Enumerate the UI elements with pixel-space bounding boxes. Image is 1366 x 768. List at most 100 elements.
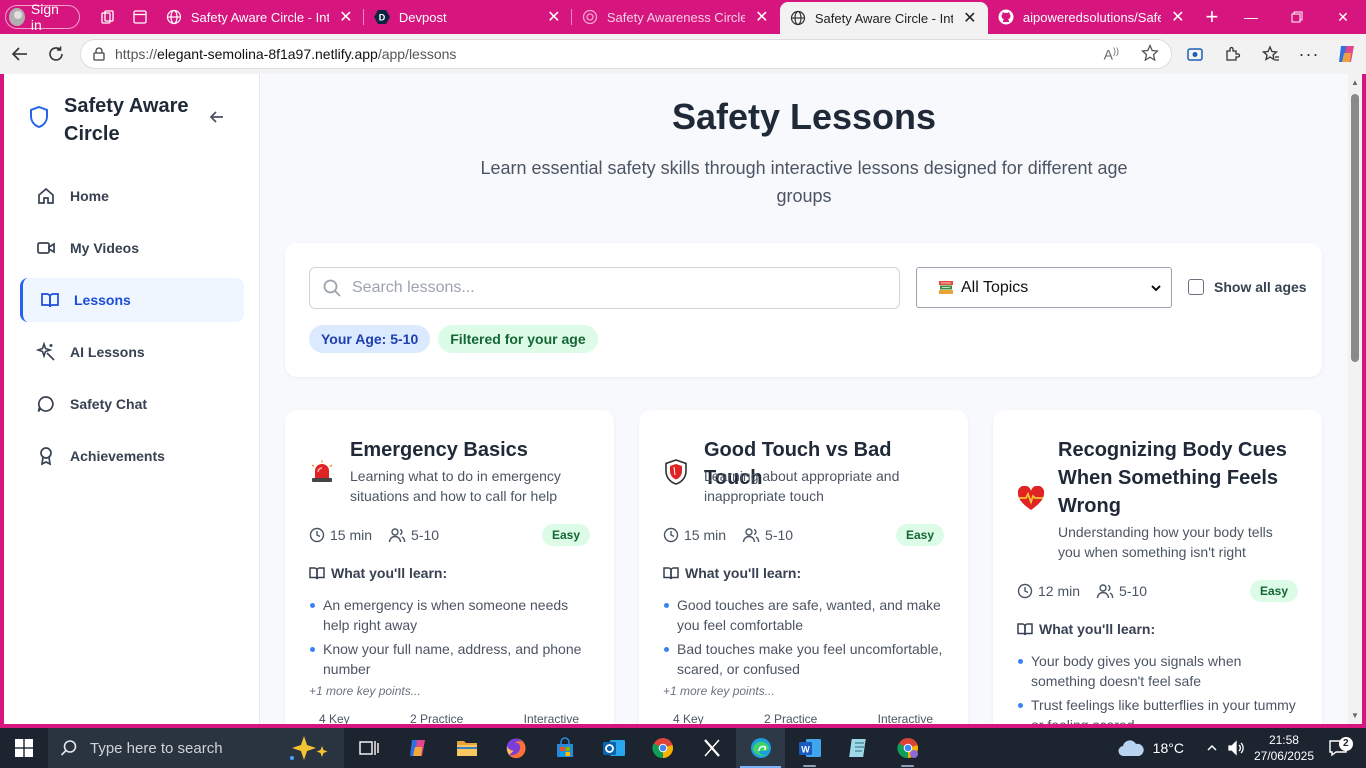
tab-actions-icon[interactable] xyxy=(124,0,156,34)
topic-select[interactable]: All Topics xyxy=(916,267,1172,308)
system-tray: 18°C 21:58 27/06/2025 2 xyxy=(1117,728,1366,768)
copilot-icon[interactable] xyxy=(1328,34,1366,74)
word-icon[interactable]: W xyxy=(785,728,834,768)
read-aloud-icon[interactable]: A)) xyxy=(1104,46,1119,63)
search-box[interactable] xyxy=(309,267,900,309)
chevron-up-icon[interactable] xyxy=(1200,742,1224,754)
sidebar-item-achievements[interactable]: Achievements xyxy=(20,434,244,478)
show-all-ages-toggle[interactable]: Show all ages xyxy=(1188,279,1307,295)
duration: 15 min xyxy=(309,527,372,543)
open-book-icon xyxy=(309,567,325,580)
sidebar-item-lessons[interactable]: Lessons xyxy=(20,278,244,322)
clock-time: 21:58 xyxy=(1268,733,1299,747)
target-icon xyxy=(582,9,598,25)
notepad-icon[interactable] xyxy=(834,728,883,768)
workspaces-icon[interactable] xyxy=(92,0,124,34)
close-tab-icon[interactable]: ✕ xyxy=(1170,7,1186,27)
chat-icon xyxy=(37,396,54,412)
taskbar-clock[interactable]: 21:58 27/06/2025 xyxy=(1254,732,1314,764)
stat-interactive: Interactive xyxy=(877,712,933,724)
key-point: Good touches are safe, wanted, and make … xyxy=(663,595,944,635)
tab-title: aipoweredsolutions/Safet xyxy=(1022,9,1161,25)
close-window-icon[interactable]: ✕ xyxy=(1320,0,1366,34)
age-badge: Your Age: 5-10 xyxy=(309,325,431,353)
minimize-icon[interactable]: — xyxy=(1228,0,1274,34)
browser-tab[interactable]: Safety Awareness Circle D ✕ xyxy=(572,0,780,34)
volume-icon[interactable] xyxy=(1224,740,1248,756)
screenshot-icon[interactable] xyxy=(1176,34,1214,74)
search-input[interactable] xyxy=(352,279,872,297)
x-twitter-icon[interactable] xyxy=(687,728,736,768)
key-point: Bad touches make you feel uncomfortable,… xyxy=(663,639,944,679)
stat-practice: 2 Practice xyxy=(409,712,464,724)
extensions-icon[interactable] xyxy=(1214,34,1252,74)
close-tab-icon[interactable]: ✕ xyxy=(962,8,978,28)
browser-tab-active[interactable]: Safety Aware Circle - Inte ✕ xyxy=(779,2,988,34)
lesson-card[interactable]: Good Touch vs Bad Touch Learning about a… xyxy=(639,410,968,724)
notifications-icon[interactable]: 2 xyxy=(1326,737,1353,757)
browser-tab[interactable]: D Devpost ✕ xyxy=(364,0,572,34)
svg-text:W: W xyxy=(801,745,810,755)
site-info-icon[interactable] xyxy=(91,46,107,62)
stat-key: 4 Key xyxy=(319,712,350,724)
sidebar-item-safety-chat[interactable]: Safety Chat xyxy=(20,382,244,426)
browser-toolbar: ··· xyxy=(1176,34,1366,74)
outlook-icon[interactable] xyxy=(589,728,638,768)
file-explorer-icon[interactable] xyxy=(442,728,491,768)
lesson-description: Learning about appropriate and inappropr… xyxy=(704,468,900,504)
close-tab-icon[interactable]: ✕ xyxy=(754,7,770,27)
duration: 15 min xyxy=(663,527,726,543)
key-points-list: An emergency is when someone needs help … xyxy=(309,595,590,683)
tab-title: Safety Aware Circle - Inte xyxy=(190,9,329,25)
microsoft-store-icon[interactable] xyxy=(540,728,589,768)
chrome-icon[interactable] xyxy=(638,728,687,768)
scroll-up-arrow-icon[interactable]: ▲ xyxy=(1351,78,1359,87)
sidebar-item-ai-lessons[interactable]: AI Lessons xyxy=(20,330,244,374)
edge-icon[interactable] xyxy=(736,728,785,768)
taskbar-search[interactable]: Type here to search xyxy=(48,728,344,768)
task-view-icon[interactable] xyxy=(344,728,393,768)
lesson-card[interactable]: Emergency Basics Learning what to do in … xyxy=(285,410,614,724)
new-tab-icon[interactable]: + xyxy=(1196,0,1228,34)
sidebar-item-label: My Videos xyxy=(70,240,139,256)
collapse-sidebar-arrow-icon[interactable] xyxy=(208,108,226,126)
devpost-icon: D xyxy=(373,9,390,25)
firefox-icon[interactable] xyxy=(491,728,540,768)
scroll-down-arrow-icon[interactable]: ▼ xyxy=(1351,711,1359,720)
lesson-description: Learning what to do in emergency situati… xyxy=(350,468,561,504)
chevron-down-icon xyxy=(1151,285,1161,292)
sidebar-item-label: Safety Chat xyxy=(70,396,148,412)
favorites-icon[interactable] xyxy=(1252,34,1290,74)
favorite-star-icon[interactable] xyxy=(1140,43,1160,65)
siren-icon xyxy=(311,460,333,482)
chrome-profile-icon[interactable] xyxy=(883,728,932,768)
sign-in-button[interactable]: Sign in xyxy=(5,1,80,33)
page-viewport: Safety Aware Circle Home My Videos Lesso… xyxy=(4,74,1348,724)
refresh-icon[interactable] xyxy=(38,34,74,74)
difficulty-badge: Easy xyxy=(1249,580,1298,602)
sidebar-item-my-videos[interactable]: My Videos xyxy=(20,226,244,270)
users-icon xyxy=(742,528,760,543)
lesson-card[interactable]: Recognizing Body Cues When Something Fee… xyxy=(993,410,1322,724)
show-all-ages-checkbox[interactable] xyxy=(1188,279,1204,295)
scrollbar-thumb[interactable] xyxy=(1351,94,1359,362)
award-icon xyxy=(40,447,52,466)
restore-icon[interactable] xyxy=(1274,0,1320,34)
page-scrollbar[interactable]: ▲ ▼ xyxy=(1348,74,1362,724)
close-tab-icon[interactable]: ✕ xyxy=(338,7,354,27)
browser-tab[interactable]: Safety Aware Circle - Inte ✕ xyxy=(156,0,364,34)
windows-start-icon[interactable] xyxy=(0,728,48,768)
back-arrow-icon[interactable] xyxy=(2,34,38,74)
more-menu-icon[interactable]: ··· xyxy=(1290,34,1328,74)
url-field[interactable]: https://elegant-semolina-8f1a97.netlify.… xyxy=(80,39,1172,69)
sidebar: Safety Aware Circle Home My Videos Lesso… xyxy=(4,74,260,724)
main-content: Safety Lessons Learn essential safety sk… xyxy=(260,74,1348,724)
taskbar: Type here to search W 18°C 21:58 27/06/2… xyxy=(0,728,1366,768)
copilot-app-icon[interactable] xyxy=(393,728,442,768)
weather-widget[interactable]: 18°C xyxy=(1117,738,1184,758)
sidebar-item-home[interactable]: Home xyxy=(20,174,244,218)
close-tab-icon[interactable]: ✕ xyxy=(546,7,562,27)
shield-red-icon xyxy=(665,459,687,485)
stat-interactive: Interactive xyxy=(523,712,579,724)
browser-tab[interactable]: aipoweredsolutions/Safet ✕ xyxy=(988,0,1196,34)
